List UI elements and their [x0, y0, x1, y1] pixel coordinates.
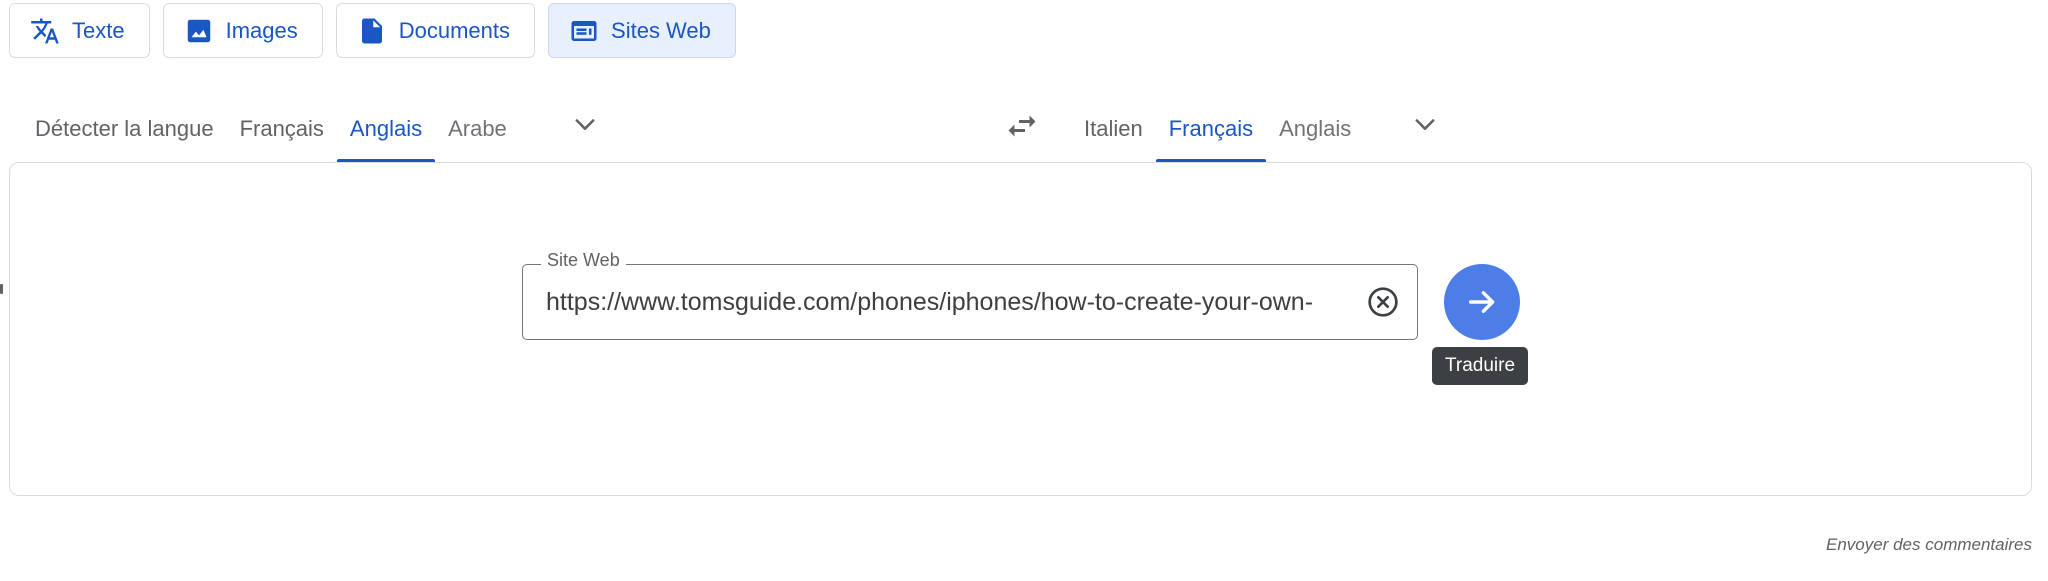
lang-label: Détecter la langue	[35, 116, 214, 141]
lang-label: Français	[1168, 116, 1254, 141]
source-language-bar: Détecter la langue Français Anglais Arab…	[22, 96, 520, 162]
target-lang-italian[interactable]: Italien	[1071, 96, 1156, 162]
lang-label: Anglais	[1279, 116, 1352, 141]
edge-handle	[0, 284, 3, 294]
translate-button[interactable]	[1444, 264, 1520, 340]
mode-tab-label: Sites Web	[611, 17, 711, 43]
source-lang-french[interactable]: Français	[227, 96, 337, 162]
source-lang-detect[interactable]: Détecter la langue	[22, 96, 227, 162]
target-lang-english[interactable]: Anglais	[1266, 96, 1364, 162]
image-icon	[187, 19, 210, 42]
clear-icon[interactable]	[1367, 286, 1399, 318]
website-icon	[571, 20, 597, 41]
source-lang-english[interactable]: Anglais	[336, 96, 436, 162]
swap-languages-icon[interactable]	[1004, 108, 1040, 144]
website-url-input[interactable]	[546, 265, 1350, 339]
chevron-down-icon[interactable]	[1411, 110, 1439, 138]
translate-page: Texte Images Documents Sites Web Détecte…	[0, 0, 2048, 581]
website-url-field[interactable]: Site Web	[522, 250, 1418, 340]
lang-label: Italien	[1084, 116, 1143, 141]
document-icon	[361, 18, 382, 43]
lang-label: Français	[239, 116, 324, 141]
mode-tabs: Texte Images Documents Sites Web	[9, 3, 736, 58]
mode-tab-label: Images	[225, 17, 298, 43]
mode-tab-text[interactable]: Texte	[9, 3, 150, 58]
lang-label: Arabe	[448, 116, 507, 141]
send-feedback-link[interactable]: Envoyer des commentaires	[1826, 535, 2032, 555]
source-lang-arabic[interactable]: Arabe	[435, 96, 520, 162]
mode-tab-websites[interactable]: Sites Web	[548, 3, 736, 58]
translate-tooltip: Traduire	[1432, 347, 1529, 385]
translate-icon	[31, 18, 59, 43]
lang-label: Anglais	[349, 116, 423, 141]
mode-tab-label: Documents	[398, 17, 511, 43]
mode-tab-label: Texte	[72, 17, 125, 43]
target-language-bar: Italien Français Anglais	[1071, 96, 1364, 162]
mode-tab-images[interactable]: Images	[162, 3, 323, 58]
mode-tab-documents[interactable]: Documents	[335, 3, 536, 58]
target-lang-french[interactable]: Français	[1155, 96, 1267, 162]
arrow-right-icon	[1468, 291, 1495, 313]
chevron-down-icon[interactable]	[571, 110, 599, 138]
